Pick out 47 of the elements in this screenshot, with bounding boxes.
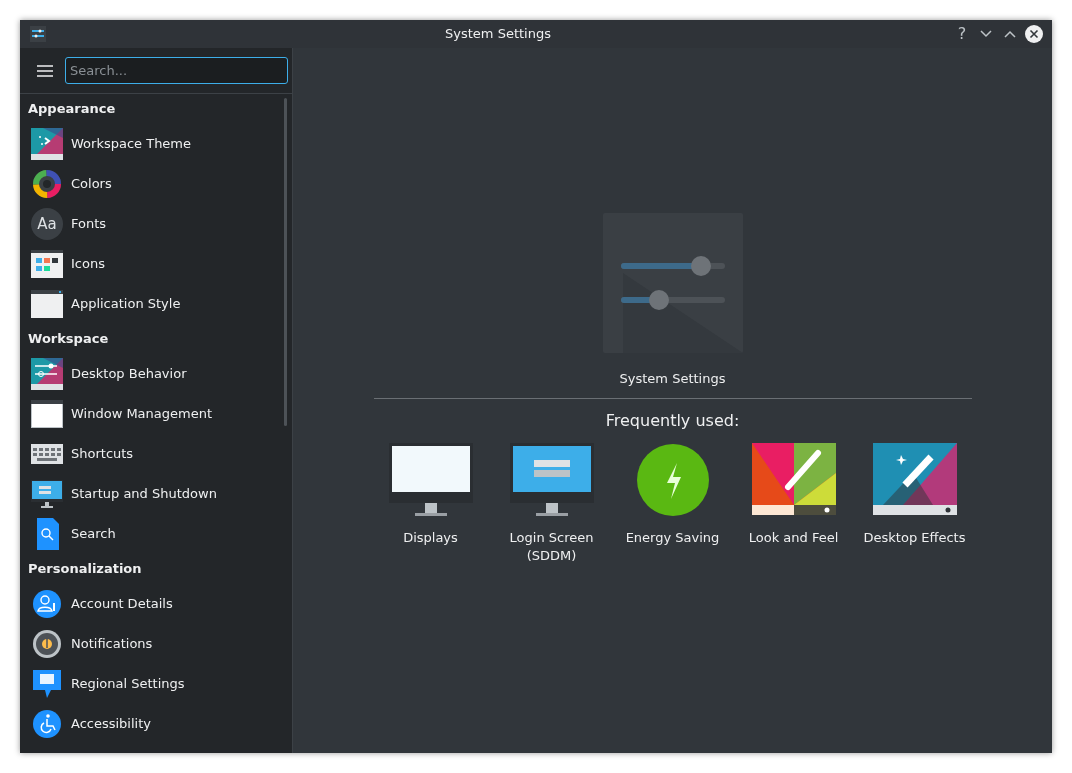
settings-sliders-icon [602,213,743,353]
wheelchair-icon [31,708,63,740]
sidebar-item[interactable]: Application Style [28,284,282,324]
sidebar-item[interactable]: Icons [28,244,282,284]
sidebar-item[interactable]: Startup and Shutdown [28,474,282,514]
shortcut-tile[interactable]: Desktop Effects [854,442,975,567]
chevron-up-icon [1004,30,1016,38]
speech-bubble-icon [31,668,63,700]
sidebar-item[interactable]: Aa Fonts [28,204,282,244]
sidebar-item[interactable]: Search [28,514,282,554]
window-title: System Settings [444,25,552,44]
menu-icon [37,64,53,77]
app-icon [30,26,46,42]
color-wheel-icon [31,168,63,200]
sidebar-item[interactable]: Desktop Behavior [28,354,282,394]
section-heading: Frequently used: [605,409,740,432]
monitor-icon [388,442,473,519]
sliders-icon [31,358,63,390]
sidebar-item[interactable]: Colors [28,164,282,204]
window-icon [31,288,63,320]
close-button[interactable] [1022,23,1046,45]
sidebar-item[interactable]: Account Details [28,584,282,624]
shortcut-tile[interactable]: Look and Feel [733,442,854,567]
sidebar-item[interactable]: Window Management [28,394,282,434]
module-title: System Settings [619,370,726,388]
help-button[interactable]: ? [950,23,974,45]
sidebar-item[interactable]: Regional Settings [28,664,282,704]
monitor-icon [509,442,594,519]
scrollbar-thumb[interactable] [284,98,287,426]
chevron-down-icon [980,30,992,38]
category-heading: Appearance [28,100,117,119]
monitor-icon [31,478,63,510]
sidebar-item[interactable]: Workspace Theme [28,124,282,164]
fonts-icon: Aa [31,208,63,240]
shortcut-tile[interactable]: Login Screen (SDDM) [491,442,612,567]
sidebar-item[interactable]: Notifications [28,624,282,664]
shortcut-tile[interactable]: Displays [370,442,491,567]
shortcut-tile[interactable]: Energy Saving [612,442,733,567]
icons-icon [31,248,63,280]
sidebar-item[interactable]: Shortcuts [28,434,282,474]
user-icon [31,588,63,620]
window-icon [31,398,63,430]
search-field[interactable]: Search... [65,57,288,84]
sidebar-item[interactable]: Accessibility [28,704,282,744]
category-heading: Workspace [28,330,110,349]
theme-icon [31,128,63,160]
category-heading: Personalization [28,560,143,579]
